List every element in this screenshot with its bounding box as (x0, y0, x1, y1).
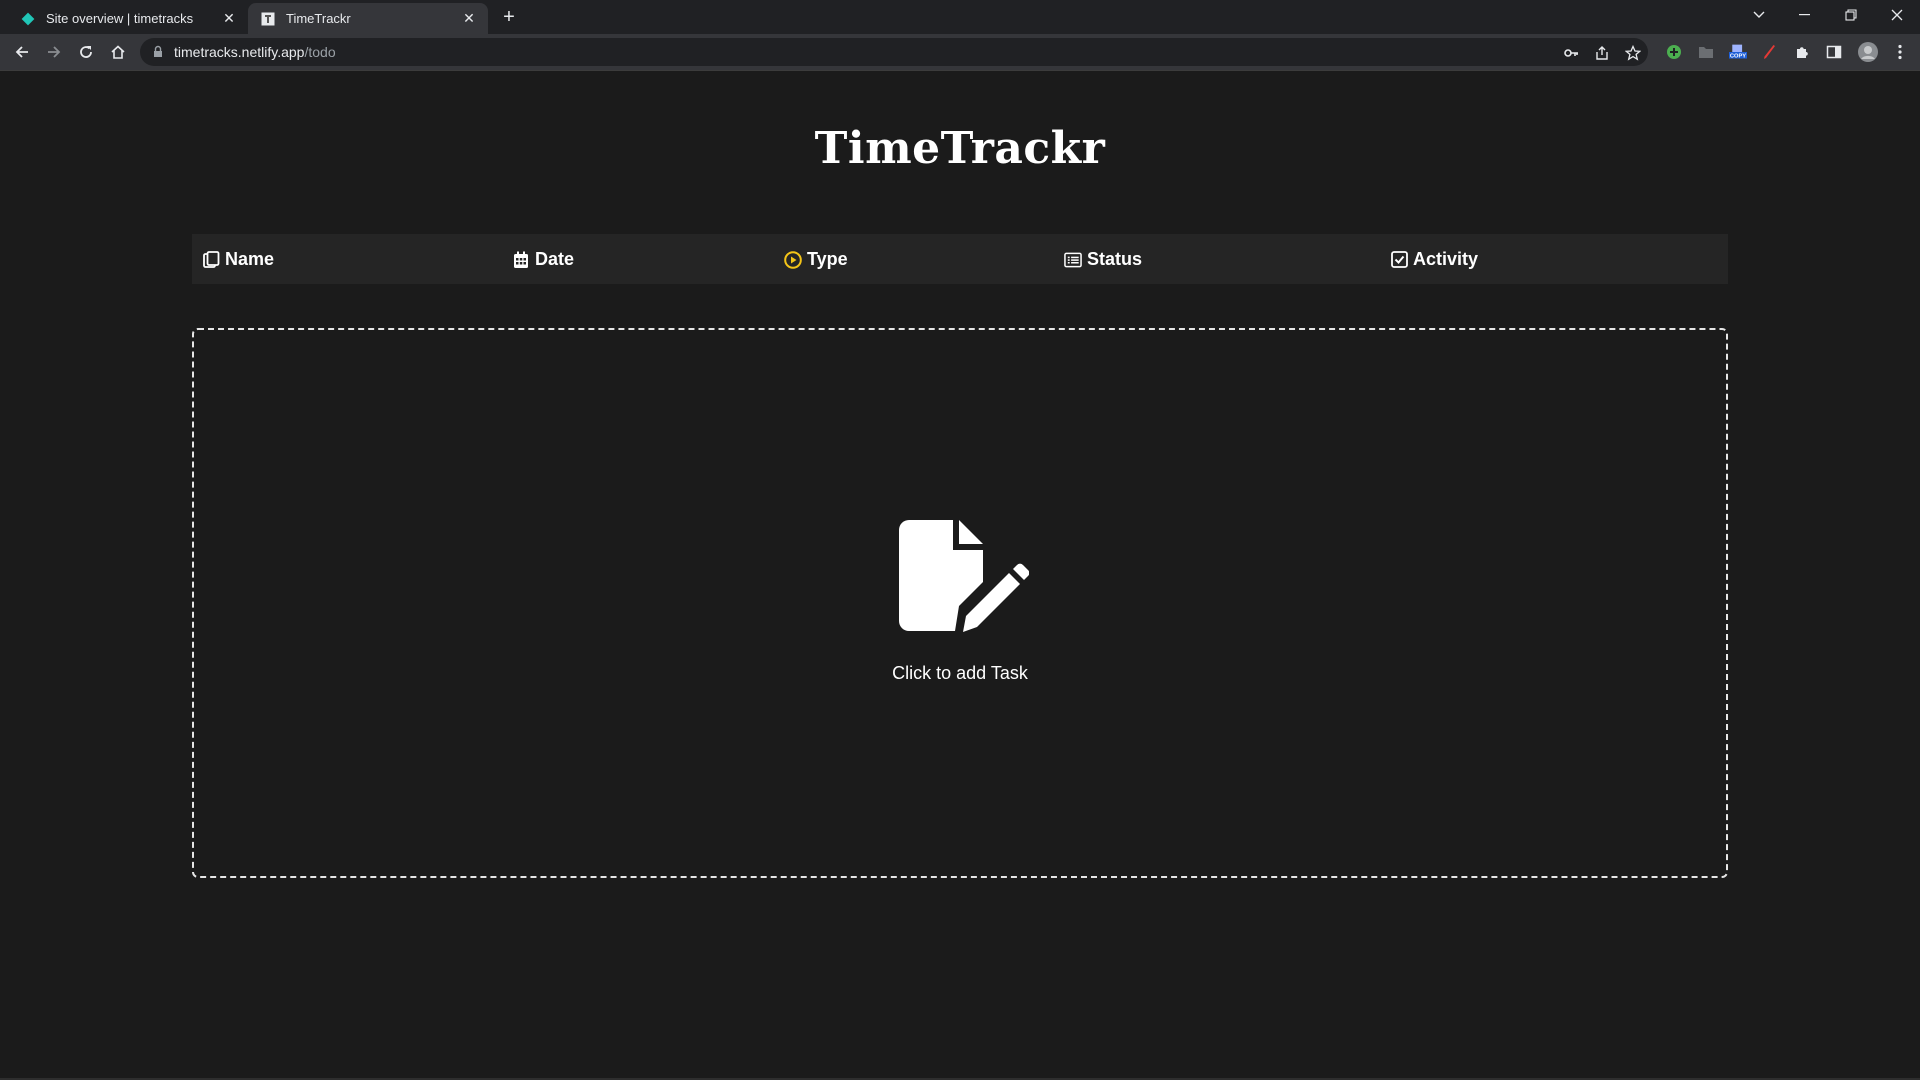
clipboard-icon (202, 250, 220, 269)
column-header-date: Date (512, 249, 574, 270)
check-square-icon (1390, 251, 1408, 269)
minimize-icon[interactable] (1782, 0, 1828, 30)
restore-icon[interactable] (1828, 0, 1874, 30)
column-label: Date (535, 249, 575, 269)
url-path: /todo (304, 44, 336, 60)
key-icon[interactable] (1562, 44, 1580, 62)
green-extension-icon[interactable] (1665, 43, 1683, 61)
new-tab-button[interactable]: + (498, 6, 520, 28)
page-favicon (260, 11, 276, 27)
column-label: Type (807, 249, 848, 269)
tab-search-icon[interactable] (1736, 0, 1782, 30)
column-header-activity: Activity (1390, 249, 1478, 270)
folder-extension-icon[interactable] (1697, 43, 1715, 61)
tab-title: Site overview | timetracks (46, 11, 194, 26)
play-circle-icon (784, 250, 802, 269)
lock-icon[interactable] (152, 45, 164, 64)
url-host: timetracks.netlify.app (174, 44, 305, 60)
browser-toolbar: timetracks.netlify.app/todo COPY (0, 34, 1920, 70)
side-panel-icon[interactable] (1825, 43, 1843, 61)
column-label: Activity (1413, 249, 1479, 269)
close-tab-icon[interactable]: ✕ (220, 10, 238, 28)
more-menu-icon[interactable] (1891, 43, 1909, 61)
page-content: TimeTrackr Name Date Type Status Activit… (0, 71, 1920, 1080)
add-task-label: Click to add Task (892, 663, 1028, 683)
forward-icon[interactable] (42, 40, 66, 64)
svg-text:COPY: COPY (1730, 54, 1746, 60)
puzzle-extensions-icon[interactable] (1793, 43, 1811, 61)
tab-title: TimeTrackr (286, 11, 351, 26)
browser-tab-timetrackr[interactable]: TimeTrackr ✕ (248, 3, 488, 34)
home-icon[interactable] (106, 40, 130, 64)
close-window-icon[interactable] (1874, 0, 1920, 30)
red-pen-extension-icon[interactable] (1761, 43, 1779, 61)
add-task-dropzone[interactable]: Click to add Task (192, 328, 1728, 878)
browser-tabstrip: Site overview | timetracks ✕ TimeTrackr … (0, 0, 1920, 34)
column-header-status: Status (1064, 249, 1142, 270)
calendar-icon (512, 251, 530, 269)
netlify-diamond-icon (20, 11, 36, 27)
column-label: Status (1087, 249, 1143, 269)
browser-tab-site-overview[interactable]: Site overview | timetracks ✕ (8, 3, 248, 34)
app-title: TimeTrackr (814, 123, 1106, 174)
url-text: timetracks.netlify.app/todo (174, 44, 336, 60)
task-table-header: Name Date Type Status Activity (192, 234, 1728, 284)
share-icon[interactable] (1593, 44, 1611, 62)
reload-icon[interactable] (74, 40, 98, 64)
profile-avatar-icon[interactable] (1857, 41, 1879, 63)
close-tab-icon[interactable]: ✕ (460, 10, 478, 28)
column-header-type: Type (784, 249, 848, 270)
back-icon[interactable] (10, 40, 34, 64)
bookmark-star-icon[interactable] (1624, 44, 1642, 62)
copy-extension-icon[interactable]: COPY (1729, 43, 1747, 61)
list-icon (1064, 251, 1082, 269)
column-label: Name (225, 249, 275, 269)
column-header-name: Name (202, 249, 274, 270)
address-bar[interactable]: timetracks.netlify.app/todo (140, 38, 1648, 66)
file-edit-icon (899, 520, 1030, 635)
